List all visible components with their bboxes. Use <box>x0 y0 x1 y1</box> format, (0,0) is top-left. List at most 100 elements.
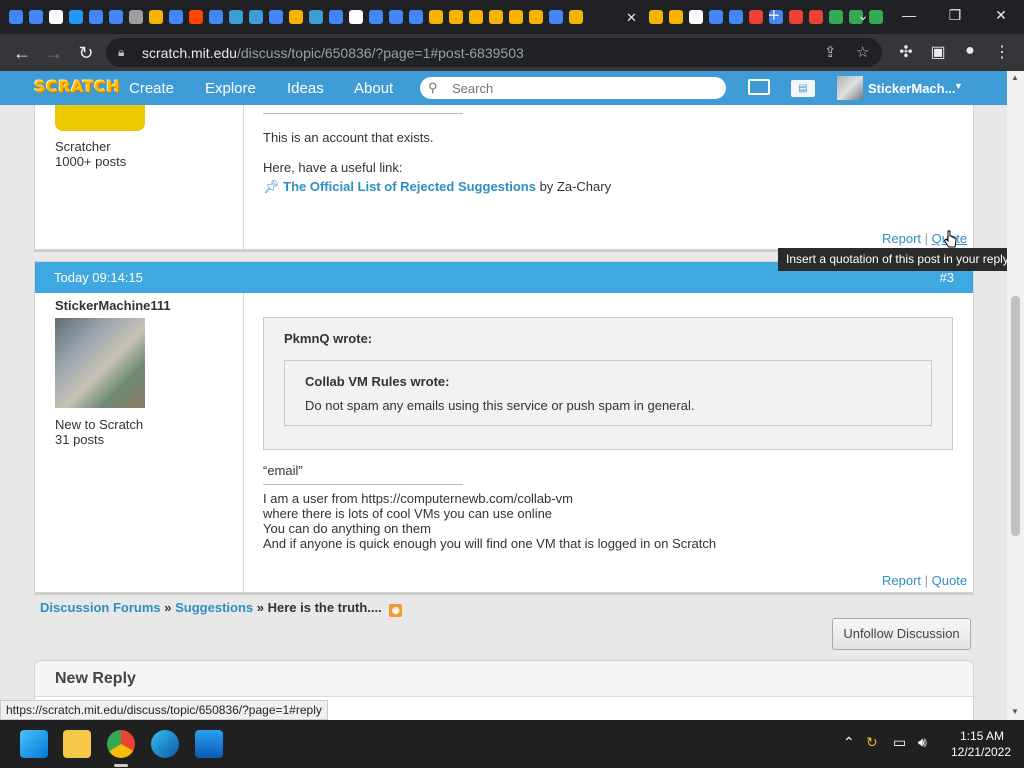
tab-favicon-icon[interactable] <box>186 7 206 27</box>
lock-icon[interactable]: 🔒︎ <box>118 45 124 60</box>
unfollow-discussion-button[interactable]: Unfollow Discussion <box>832 618 971 650</box>
tab-favicon-icon[interactable] <box>26 7 46 27</box>
tab-favicon-icon[interactable] <box>66 7 86 27</box>
extensions-icon[interactable]: ✣ <box>895 42 917 62</box>
tab-favicon-icon[interactable] <box>486 7 506 27</box>
tab-favicon-icon[interactable] <box>726 7 746 27</box>
profile-icon[interactable]: ● <box>959 42 981 60</box>
author-post-count: 31 posts <box>55 432 105 447</box>
search-box[interactable]: ⚲ <box>420 77 726 99</box>
scratch-logo[interactable]: SCRATCH <box>34 77 120 96</box>
nav-ideas[interactable]: Ideas <box>287 80 324 97</box>
menu-icon[interactable]: ⋮ <box>991 42 1013 62</box>
minimize-button[interactable]: — <box>889 4 929 26</box>
signature-line: And if anyone is quick enough you will f… <box>263 536 717 551</box>
forward-button[interactable]: → <box>41 40 67 66</box>
nav-explore[interactable]: Explore <box>205 80 256 97</box>
start-menu-icon[interactable] <box>20 730 48 758</box>
tab-favicon-icon[interactable] <box>326 7 346 27</box>
clock-time[interactable]: 1:15 AM <box>952 729 1012 743</box>
edge-icon[interactable] <box>151 730 179 758</box>
tab-favicon-icon[interactable] <box>446 7 466 27</box>
author-username[interactable]: StickerMachine111 <box>55 298 171 313</box>
action-separator: | <box>924 231 929 246</box>
tab-favicon-icon[interactable] <box>306 7 326 27</box>
rejected-suggestions-link[interactable]: The Official List of Rejected Suggestion… <box>283 179 536 194</box>
forum-post: Today 09:14:15 #3 StickerMachine111 New … <box>34 261 974 593</box>
tab-favicon-icon[interactable] <box>646 7 666 27</box>
scroll-up-icon[interactable]: ▲ <box>1011 73 1019 82</box>
author-avatar[interactable] <box>55 318 145 408</box>
tab-search-icon[interactable]: ⌄ <box>843 4 883 26</box>
quote-link[interactable]: Quote <box>932 573 967 588</box>
tab-favicon-icon[interactable] <box>546 7 566 27</box>
tab-favicon-icon[interactable] <box>126 7 146 27</box>
network-icon[interactable]: ▭ <box>893 734 906 751</box>
tab-favicon-icon[interactable] <box>426 7 446 27</box>
scrollbar-thumb[interactable] <box>1011 296 1020 536</box>
scroll-down-icon[interactable]: ▼ <box>1011 707 1019 716</box>
tab-favicon-icon[interactable] <box>366 7 386 27</box>
address-bar[interactable]: 🔒︎ scratch.mit.edu/discuss/topic/650836/… <box>106 38 882 67</box>
tab-favicon-icon[interactable] <box>526 7 546 27</box>
tab-favicon-icon[interactable] <box>146 7 166 27</box>
tab-favicon-icon[interactable] <box>706 7 726 27</box>
chevron-up-icon[interactable]: ⌃ <box>843 734 855 751</box>
store-icon[interactable] <box>195 730 223 758</box>
tab-favicon-icon[interactable] <box>386 7 406 27</box>
nav-create[interactable]: Create <box>129 80 174 97</box>
tab-favicon-icon[interactable] <box>686 7 706 27</box>
back-button[interactable]: ← <box>9 40 35 66</box>
tab-favicon-icon[interactable] <box>786 7 806 27</box>
tab-favicon-icon[interactable] <box>346 7 366 27</box>
tab-favicon-icon[interactable] <box>286 7 306 27</box>
reload-button[interactable]: ↻ <box>73 40 99 66</box>
bookmark-star-icon[interactable]: ☆ <box>856 43 869 61</box>
tab-favicon-icon[interactable] <box>666 7 686 27</box>
tab-favicon-icon[interactable] <box>226 7 246 27</box>
my-stuff-icon[interactable]: ▤ <box>791 80 815 97</box>
side-panel-icon[interactable]: ▣ <box>927 42 949 62</box>
breadcrumb-forums[interactable]: Discussion Forums <box>40 600 161 615</box>
user-avatar[interactable] <box>837 76 863 100</box>
tab-favicon-icon[interactable] <box>246 7 266 27</box>
nav-about[interactable]: About <box>354 80 393 97</box>
tab-favicon-icon[interactable] <box>506 7 526 27</box>
rss-icon[interactable]: ◉ <box>389 604 403 617</box>
tab-favicon-icon[interactable] <box>106 7 126 27</box>
tab-favicon-icon[interactable] <box>46 7 66 27</box>
messages-icon[interactable] <box>748 79 770 95</box>
chrome-icon[interactable] <box>107 730 135 758</box>
tab-favicon-icon[interactable] <box>86 7 106 27</box>
tab-favicon-icon[interactable] <box>6 7 26 27</box>
tab-favicon-icon[interactable] <box>266 7 286 27</box>
share-icon[interactable]: ⇪ <box>824 43 837 61</box>
post-timestamp[interactable]: Today 09:14:15 <box>54 270 143 285</box>
clock-date[interactable]: 12/21/2022 <box>946 745 1016 759</box>
close-tab-icon[interactable]: ✕ <box>626 10 640 25</box>
active-tab[interactable]: ✕ <box>586 7 646 27</box>
tab-favicon-icon[interactable] <box>566 7 586 27</box>
tab-favicon-icon[interactable] <box>806 7 826 27</box>
chevron-down-icon[interactable]: ▼ <box>954 81 963 91</box>
update-icon[interactable]: ↻ <box>866 734 878 751</box>
tab-favicon-icon[interactable] <box>206 7 226 27</box>
maximize-button[interactable]: ❐ <box>935 4 975 26</box>
author-avatar[interactable] <box>55 105 145 131</box>
tab-favicon-icon[interactable] <box>406 7 426 27</box>
close-window-button[interactable]: ✕ <box>981 4 1021 26</box>
volume-icon[interactable]: 🔊︎ <box>918 734 927 751</box>
account-username[interactable]: StickerMach... <box>868 81 955 96</box>
url-text[interactable]: scratch.mit.edu/discuss/topic/650836/?pa… <box>142 45 524 61</box>
page-scrollbar[interactable]: ▲ ▼ <box>1007 71 1024 720</box>
search-input[interactable] <box>452 80 712 96</box>
new-tab-button[interactable]: + <box>768 5 780 27</box>
post-number[interactable]: #3 <box>940 270 954 285</box>
report-link[interactable]: Report <box>882 231 921 246</box>
tab-favicon-icon[interactable] <box>466 7 486 27</box>
tab-favicon-icon[interactable] <box>746 7 766 27</box>
file-explorer-icon[interactable] <box>63 730 91 758</box>
tab-favicon-icon[interactable] <box>166 7 186 27</box>
breadcrumb-suggestions[interactable]: Suggestions <box>175 600 253 615</box>
report-link[interactable]: Report <box>882 573 921 588</box>
